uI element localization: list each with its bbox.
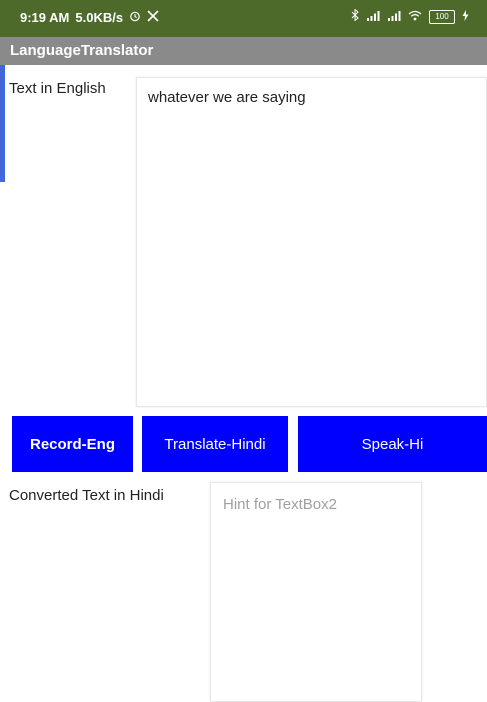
translate-hindi-button[interactable]: Translate-Hindi <box>142 416 288 472</box>
status-left: 9:19 AM 5.0KB/s <box>20 10 159 25</box>
status-time: 9:19 AM <box>20 10 70 25</box>
x-icon <box>147 10 159 25</box>
bluetooth-icon <box>351 8 359 24</box>
hindi-label: Converted Text in Hindi <box>9 487 164 504</box>
record-eng-button[interactable]: Record-Eng <box>12 416 133 472</box>
charging-icon <box>462 9 469 24</box>
title-bar: LanguageTranslator <box>0 37 487 65</box>
alarm-icon <box>129 10 141 25</box>
english-label: Text in English <box>9 80 106 97</box>
app-title: LanguageTranslator <box>10 42 154 59</box>
hindi-text-box[interactable]: Hint for TextBox2 <box>210 482 422 702</box>
hindi-placeholder: Hint for TextBox2 <box>223 496 337 513</box>
left-edge-strip <box>0 65 5 182</box>
english-text-box[interactable]: whatever we are saying <box>136 77 487 407</box>
speak-hi-button[interactable]: Speak-Hi <box>298 416 487 472</box>
status-speed: 5.0KB/s <box>75 10 124 25</box>
status-bar: 9:19 AM 5.0KB/s 100 <box>0 0 487 37</box>
english-text-value: whatever we are saying <box>148 89 306 106</box>
status-right: 100 <box>351 8 469 24</box>
signal-icon-2 <box>387 10 401 24</box>
wifi-icon <box>408 10 422 24</box>
battery-icon: 100 <box>429 9 455 24</box>
signal-icon <box>366 10 380 24</box>
